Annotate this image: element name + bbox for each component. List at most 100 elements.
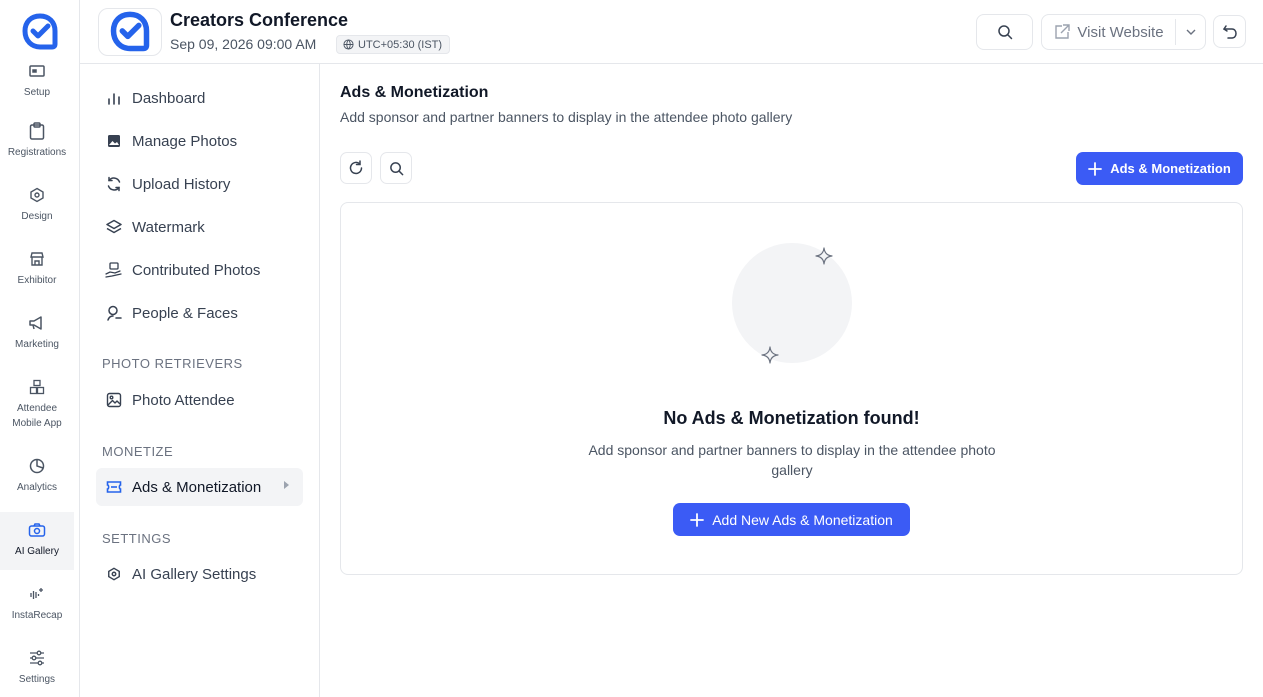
- caret-right-icon: [284, 481, 289, 489]
- globe-icon: [343, 39, 354, 50]
- event-logo: [98, 8, 162, 56]
- empty-state-title: No Ads & Monetization found!: [663, 408, 920, 428]
- event-date: Sep 09, 2026 09:00 AM: [170, 36, 317, 52]
- rail-item-setup[interactable]: Setup: [0, 62, 74, 100]
- rail-item-label: Registrations: [7, 147, 67, 158]
- add-ads-button-label: Ads & Monetization: [1110, 161, 1231, 176]
- waveform-icon: [28, 585, 46, 603]
- rail-item-attendee-app[interactable]: Attendee Mobile App: [0, 378, 74, 431]
- pie-chart-icon: [28, 457, 46, 475]
- boxes-icon: [28, 378, 46, 396]
- external-link-icon: [1055, 24, 1071, 39]
- sidebar-item-label: Ads & Monetization: [132, 478, 262, 496]
- setup-icon: [28, 62, 46, 80]
- visit-website-button[interactable]: Visit Website: [1041, 14, 1206, 50]
- rail-item-registrations[interactable]: Registrations: [0, 122, 74, 160]
- section-label-photo-retrievers: PHOTO RETRIEVERS: [102, 356, 243, 371]
- timezone-label: UTC+05:30 (IST): [358, 38, 443, 51]
- rail-item-label: Settings: [18, 674, 56, 685]
- store-icon: [28, 250, 46, 268]
- section-label-settings: SETTINGS: [102, 531, 172, 546]
- visit-website-label: Visit Website: [1077, 23, 1164, 41]
- page-subtitle: Add sponsor and partner banners to displ…: [340, 109, 793, 125]
- rail-item-analytics[interactable]: Analytics: [0, 457, 74, 495]
- refresh-icon: [105, 175, 123, 193]
- hexagon-settings-icon: [105, 565, 123, 583]
- sparkle-icon: [815, 247, 833, 265]
- search-button[interactable]: [976, 14, 1033, 50]
- rail-item-marketing[interactable]: Marketing: [0, 314, 74, 352]
- sidebar-item-manage-photos[interactable]: Manage Photos: [96, 122, 303, 160]
- empty-state-description: Add sponsor and partner banners to displ…: [588, 442, 996, 478]
- sidebar-item-contributed-photos[interactable]: Contributed Photos: [96, 251, 303, 289]
- rail-item-label: Setup: [23, 87, 51, 98]
- add-new-ads-button-label: Add New Ads & Monetization: [712, 511, 893, 528]
- sidebar-item-label: AI Gallery Settings: [132, 565, 257, 583]
- app-root: Setup Registrations Design Exhibitor Mar: [0, 0, 1263, 697]
- sidebar-item-ads-monetization[interactable]: Ads & Monetization: [96, 468, 303, 506]
- section-label-monetize: MONETIZE: [102, 444, 174, 459]
- sidebar-item-label: Photo Attendee: [132, 391, 235, 409]
- top-header: Creators Conference Sep 09, 2026 09:00 A…: [80, 0, 1263, 64]
- app-rail: Setup Registrations Design Exhibitor Mar: [0, 0, 80, 697]
- image-icon: [105, 132, 123, 150]
- add-new-ads-button[interactable]: Add New Ads & Monetization: [673, 503, 910, 536]
- camera-sparkle-icon: [28, 521, 46, 539]
- refresh-icon: [349, 160, 363, 175]
- face-scan-icon: [105, 304, 123, 322]
- gallery-sidebar: Dashboard Manage Photos Upload History W…: [80, 64, 320, 697]
- timezone-badge: UTC+05:30 (IST): [336, 35, 451, 54]
- sidebar-item-label: Upload History: [132, 175, 231, 193]
- rail-item-label: Exhibitor: [17, 275, 57, 286]
- megaphone-icon: [28, 314, 46, 332]
- rail-item-design[interactable]: Design: [0, 186, 74, 224]
- visit-website-link[interactable]: Visit Website: [1042, 15, 1175, 49]
- sliders-icon: [28, 649, 46, 667]
- visit-dropdown-toggle[interactable]: [1176, 15, 1206, 49]
- rail-item-label: Analytics: [16, 482, 57, 493]
- search-icon: [997, 25, 1012, 40]
- search-icon: [389, 161, 403, 175]
- plus-icon: [690, 512, 705, 527]
- sidebar-item-photo-attendee[interactable]: Photo Attendee: [96, 381, 303, 419]
- rail-item-ai-gallery[interactable]: AI Gallery: [0, 512, 74, 570]
- ticket-icon: [105, 478, 123, 496]
- undo-button[interactable]: [1213, 15, 1246, 48]
- clipboard-icon: [28, 122, 46, 140]
- rail-item-label: Marketing: [15, 339, 59, 350]
- sparkle-icon: [761, 346, 779, 364]
- rail-item-label: InstaRecap: [11, 610, 63, 621]
- sidebar-item-label: Watermark: [132, 218, 205, 236]
- rail-item-label: Attendee Mobile App: [12, 403, 62, 429]
- plus-icon: [1088, 161, 1103, 176]
- sidebar-item-label: People & Faces: [132, 304, 238, 322]
- layers-icon: [105, 218, 123, 236]
- main-content: Ads & Monetization Add sponsor and partn…: [320, 64, 1263, 697]
- sidebar-item-label: Contributed Photos: [132, 261, 261, 279]
- sidebar-item-ai-gallery-settings[interactable]: AI Gallery Settings: [96, 555, 303, 593]
- sidebar-item-upload-history[interactable]: Upload History: [96, 165, 303, 203]
- undo-icon: [1222, 24, 1237, 39]
- sidebar-item-label: Dashboard: [132, 89, 206, 107]
- hand-photo-icon: [105, 261, 123, 279]
- search-toggle-button[interactable]: [380, 152, 412, 184]
- rail-item-exhibitor[interactable]: Exhibitor: [0, 250, 74, 288]
- sidebar-item-dashboard[interactable]: Dashboard: [96, 79, 303, 117]
- rail-item-settings[interactable]: Settings: [0, 649, 74, 687]
- rail-item-label: Design: [21, 211, 53, 222]
- rail-item-label: AI Gallery: [15, 546, 59, 557]
- add-ads-button[interactable]: Ads & Monetization: [1076, 152, 1243, 185]
- empty-state-illustration: [732, 243, 852, 363]
- app-logo-icon[interactable]: [20, 12, 60, 52]
- photo-icon: [105, 391, 123, 409]
- empty-state-card: No Ads & Monetization found! Add sponsor…: [340, 202, 1243, 575]
- hexagon-icon: [28, 186, 46, 204]
- rail-item-instarecap[interactable]: InstaRecap: [0, 585, 74, 623]
- bar-chart-icon: [105, 89, 123, 107]
- sidebar-item-people-faces[interactable]: People & Faces: [96, 294, 303, 332]
- chevron-down-icon: [1186, 29, 1196, 35]
- page-title: Ads & Monetization: [340, 84, 489, 101]
- refresh-button[interactable]: [340, 152, 372, 184]
- sidebar-item-watermark[interactable]: Watermark: [96, 208, 303, 246]
- event-title: Creators Conference: [170, 10, 349, 30]
